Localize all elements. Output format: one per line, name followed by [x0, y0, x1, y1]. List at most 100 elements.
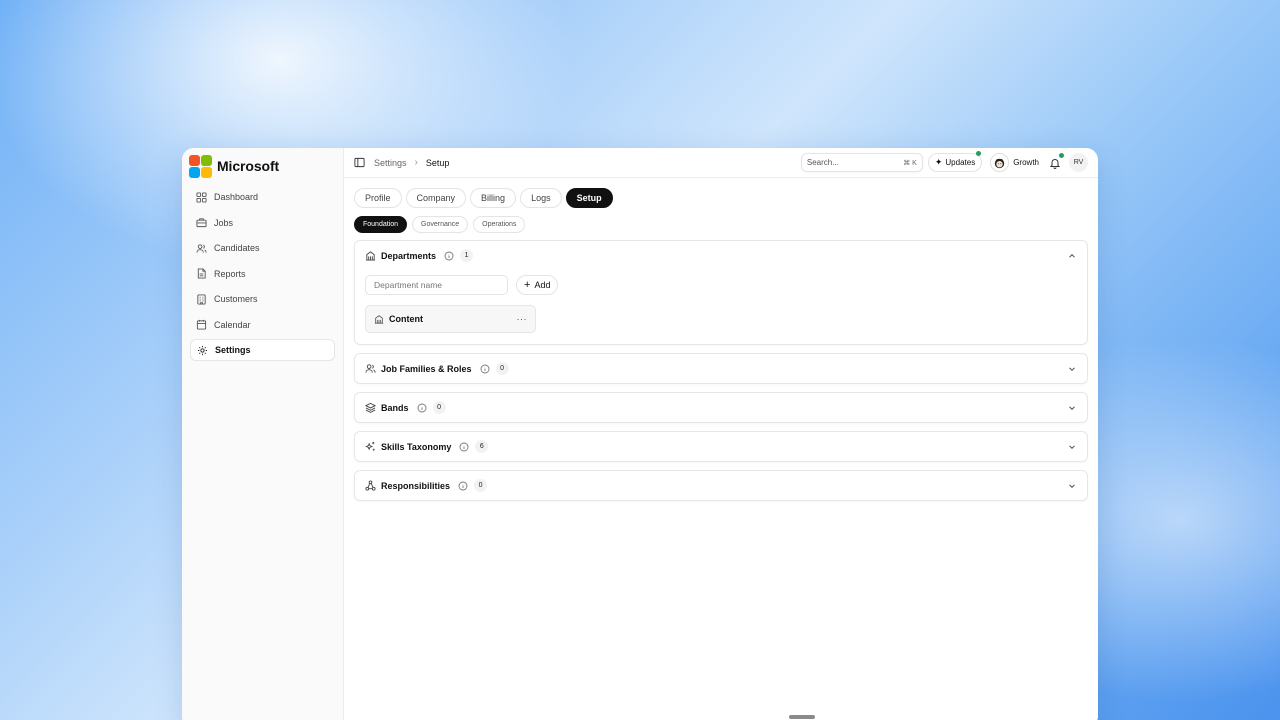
sidebar-item-candidates[interactable]: Candidates — [190, 237, 335, 259]
section-count: 1 — [460, 249, 474, 262]
add-department-row: + Add — [365, 275, 1077, 295]
sidebar-item-label: Customers — [214, 294, 258, 304]
section-title: Job Families & Roles — [381, 363, 472, 374]
sidebar-item-label: Reports — [214, 268, 246, 279]
section-responsibilities: Responsibilities 0 — [354, 470, 1088, 501]
add-department-button[interactable]: + Add — [516, 275, 559, 295]
search-placeholder: Search... — [806, 158, 839, 167]
breadcrumb-setup: Setup — [425, 157, 450, 168]
sidebar-toggle-icon[interactable] — [354, 157, 365, 168]
section-header-responsibilities[interactable]: Responsibilities 0 — [355, 471, 1087, 500]
tab-profile[interactable]: Profile — [354, 188, 402, 208]
sidebar-item-label: Jobs — [214, 217, 234, 228]
subtab-governance[interactable]: Governance — [412, 216, 469, 233]
sidebar-item-settings[interactable]: Settings — [190, 339, 335, 361]
search-shortcut: ⌘ K — [903, 159, 917, 167]
add-label: Add — [534, 280, 551, 290]
sparkle-icon: ✦ — [934, 157, 943, 167]
breadcrumb: Settings › Setup — [374, 157, 449, 168]
building-icon — [374, 314, 384, 324]
setup-subtabs: Foundation Governance Operations — [354, 216, 1098, 233]
more-options-icon[interactable]: ··· — [517, 314, 528, 324]
layers-icon — [365, 402, 376, 413]
tab-company[interactable]: Company — [405, 188, 467, 208]
tab-logs[interactable]: Logs — [520, 188, 562, 208]
chevron-up-icon[interactable] — [1067, 251, 1077, 261]
section-header-departments[interactable]: Departments 1 — [355, 241, 1087, 270]
section-count: 0 — [495, 362, 509, 375]
topbar-actions: Search... ⌘ K ✦ Updates Growth RV — [800, 151, 1088, 172]
info-icon[interactable] — [458, 481, 468, 491]
settings-tabs: Profile Company Billing Logs Setup — [354, 188, 1098, 208]
department-name-input[interactable] — [365, 275, 508, 295]
calendar-icon — [196, 319, 207, 330]
bell-icon[interactable] — [1049, 152, 1064, 169]
briefcase-icon — [196, 217, 207, 228]
sidebar: Microsoft Dashboard Jobs Candidates Repo… — [182, 148, 344, 720]
workspace-label: Growth — [1013, 158, 1039, 167]
breadcrumb-settings[interactable]: Settings — [374, 158, 407, 168]
section-header-bands[interactable]: Bands 0 — [355, 393, 1087, 422]
section-departments: Departments 1 + Add — [354, 240, 1088, 345]
topbar: Settings › Setup Search... ⌘ K ✦ Updates — [344, 148, 1098, 178]
sidebar-item-label: Dashboard — [214, 192, 259, 202]
updates-label: Updates — [945, 158, 976, 167]
sidebar-item-label: Calendar — [214, 319, 251, 330]
chevron-down-icon[interactable] — [1067, 442, 1077, 452]
section-title: Departments — [381, 250, 437, 261]
updates-status-dot — [976, 151, 982, 156]
plus-icon: + — [524, 278, 531, 291]
info-icon[interactable] — [417, 403, 427, 413]
subtab-foundation[interactable]: Foundation — [354, 216, 408, 233]
sidebar-item-reports[interactable]: Reports — [190, 263, 335, 285]
section-count: 0 — [432, 401, 446, 414]
sidebar-item-label: Settings — [215, 345, 251, 355]
search-input[interactable]: Search... ⌘ K — [800, 153, 923, 172]
home-indicator — [789, 715, 815, 719]
section-title: Skills Taxonomy — [381, 441, 452, 452]
info-icon[interactable] — [480, 364, 490, 374]
section-job-families: Job Families & Roles 0 — [354, 353, 1088, 384]
sparkles-icon — [365, 441, 376, 452]
sidebar-item-dashboard[interactable]: Dashboard — [190, 186, 335, 208]
workspace-avatar-icon — [990, 153, 1010, 172]
info-icon[interactable] — [444, 251, 454, 261]
chevron-down-icon[interactable] — [1067, 364, 1077, 374]
sections-list: Departments 1 + Add — [354, 240, 1088, 501]
info-icon[interactable] — [459, 442, 469, 452]
app-window: Microsoft Dashboard Jobs Candidates Repo… — [182, 148, 1098, 720]
updates-button[interactable]: ✦ Updates — [927, 151, 983, 172]
notification-dot — [1059, 152, 1064, 158]
user-avatar[interactable]: RV — [1069, 153, 1088, 172]
workspace-switcher[interactable]: Growth — [990, 153, 1039, 172]
tab-billing[interactable]: Billing — [470, 188, 517, 208]
department-name: Content — [389, 314, 423, 324]
section-count: 0 — [474, 479, 488, 492]
file-icon — [196, 268, 207, 279]
sidebar-item-calendar[interactable]: Calendar — [190, 314, 335, 336]
microsoft-logo-icon — [189, 154, 212, 178]
section-header-skills-taxonomy[interactable]: Skills Taxonomy 6 — [355, 432, 1087, 461]
main-content: Settings › Setup Search... ⌘ K ✦ Updates — [344, 148, 1098, 720]
sidebar-item-label: Candidates — [214, 243, 260, 253]
chevron-down-icon[interactable] — [1067, 403, 1077, 413]
section-title: Responsibilities — [381, 480, 451, 491]
section-count: 6 — [475, 440, 489, 453]
sidebar-item-jobs[interactable]: Jobs — [190, 212, 335, 234]
building-icon — [365, 250, 376, 261]
building-icon — [196, 293, 207, 305]
section-header-job-families[interactable]: Job Families & Roles 0 — [355, 354, 1087, 383]
subtab-operations[interactable]: Operations — [473, 216, 526, 233]
users-icon — [196, 243, 207, 254]
gear-icon — [197, 345, 208, 356]
dashboard-icon — [196, 191, 207, 203]
brand[interactable]: Microsoft — [189, 154, 335, 178]
sidebar-item-customers[interactable]: Customers — [190, 288, 335, 310]
chevron-down-icon[interactable] — [1067, 481, 1077, 491]
section-bands: Bands 0 — [354, 392, 1088, 423]
tab-setup[interactable]: Setup — [565, 188, 613, 208]
section-skills-taxonomy: Skills Taxonomy 6 — [354, 431, 1088, 462]
department-card[interactable]: Content ··· — [365, 305, 536, 333]
section-title: Bands — [381, 402, 409, 413]
brand-name: Microsoft — [217, 158, 280, 174]
